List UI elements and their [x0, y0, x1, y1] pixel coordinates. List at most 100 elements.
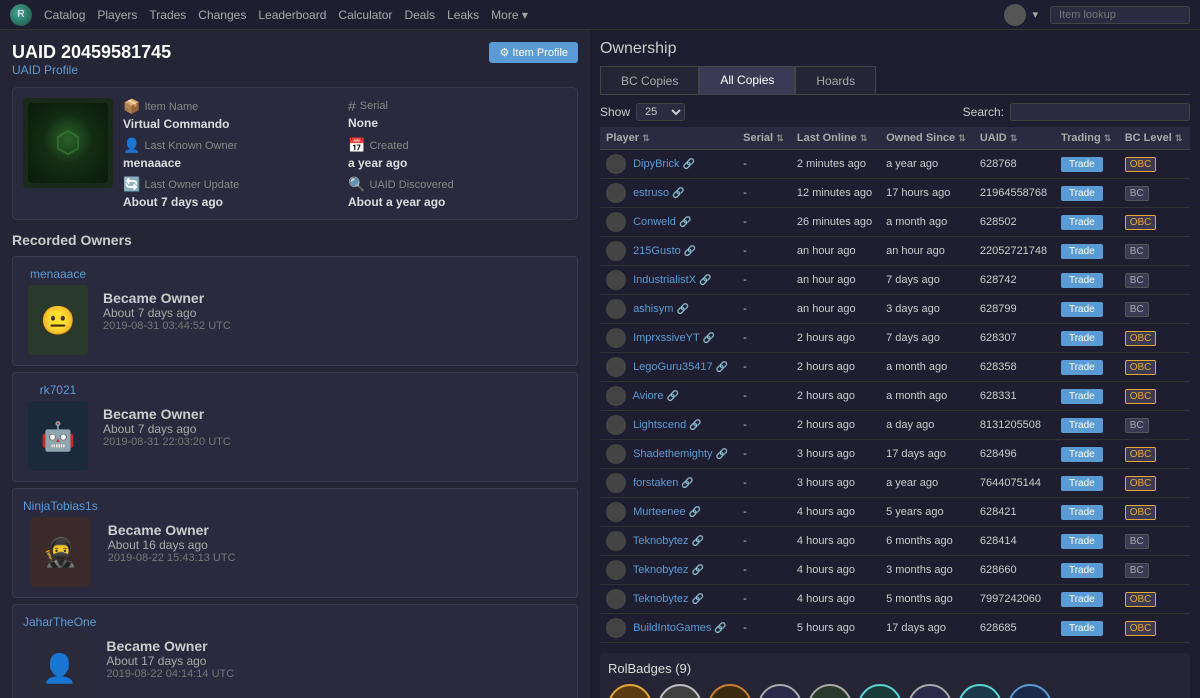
- player-name[interactable]: Lightscend: [633, 419, 686, 431]
- player-link-icon[interactable]: 🔗: [692, 536, 704, 547]
- player-avatar-small: [606, 415, 626, 435]
- trade-button[interactable]: Trade: [1061, 621, 1103, 636]
- trade-button[interactable]: Trade: [1061, 186, 1103, 201]
- serial-label: # Serial: [348, 98, 567, 114]
- table-header-cell[interactable]: Player ⇅: [600, 127, 737, 150]
- nav-more[interactable]: More ▾: [491, 8, 528, 22]
- trade-button[interactable]: Trade: [1061, 215, 1103, 230]
- owner-name[interactable]: rk7021: [40, 383, 77, 397]
- player-link-icon[interactable]: 🔗: [692, 565, 704, 576]
- item-lookup-input[interactable]: [1050, 6, 1190, 24]
- player-name[interactable]: Aviore: [632, 390, 663, 402]
- tab-all-copies[interactable]: All Copies: [699, 66, 795, 94]
- show-select[interactable]: 25 50 100: [636, 103, 685, 121]
- player-link-icon[interactable]: 🔗: [699, 275, 711, 286]
- player-link-icon[interactable]: 🔗: [676, 304, 688, 315]
- last-owner-update-block: 🔄 Last Owner Update About 7 days ago: [123, 176, 342, 209]
- player-name[interactable]: LegoGuru35417: [633, 361, 713, 373]
- player-link-icon[interactable]: 🔗: [679, 217, 691, 228]
- bc-level-cell: BC: [1119, 527, 1190, 556]
- table-header-cell[interactable]: BC Level ⇅: [1119, 127, 1190, 150]
- trade-button[interactable]: Trade: [1061, 389, 1103, 404]
- nav-calculator[interactable]: Calculator: [338, 8, 392, 22]
- trade-button[interactable]: Trade: [1061, 505, 1103, 520]
- player-name[interactable]: BuildIntoGames: [633, 622, 711, 634]
- tab-hoards[interactable]: Hoards: [795, 66, 876, 94]
- trade-button[interactable]: Trade: [1061, 534, 1103, 549]
- player-name[interactable]: Shadethemighty: [633, 448, 713, 460]
- player-name[interactable]: forstaken: [633, 477, 678, 489]
- trade-button[interactable]: Trade: [1061, 360, 1103, 375]
- item-profile-button[interactable]: ⚙ Item Profile: [489, 42, 578, 63]
- bc-level-cell: OBC: [1119, 382, 1190, 411]
- player-link-icon[interactable]: 🔗: [672, 188, 684, 199]
- player-avatar-small: [606, 183, 626, 203]
- table-header-cell[interactable]: Owned Since ⇅: [880, 127, 974, 150]
- rollbadge: 🛡: [758, 684, 802, 698]
- last-online-cell: an hour ago: [791, 237, 880, 266]
- player-link-icon[interactable]: 🔗: [689, 507, 701, 518]
- player-name[interactable]: 215Gusto: [633, 245, 681, 257]
- player-link-icon[interactable]: 🔗: [684, 246, 696, 257]
- player-name[interactable]: Teknobytez: [633, 535, 689, 547]
- player-link-icon[interactable]: 🔗: [716, 449, 728, 460]
- trade-button[interactable]: Trade: [1061, 592, 1103, 607]
- site-logo[interactable]: R: [10, 4, 32, 26]
- player-name[interactable]: DipyBrick: [633, 158, 679, 170]
- nav-deals[interactable]: Deals: [404, 8, 435, 22]
- table-header-cell[interactable]: Serial ⇅: [737, 127, 791, 150]
- player-link-icon[interactable]: 🔗: [703, 333, 715, 344]
- tab-bc-copies[interactable]: BC Copies: [600, 66, 699, 94]
- trade-button[interactable]: Trade: [1061, 447, 1103, 462]
- player-name[interactable]: Murteenee: [633, 506, 686, 518]
- player-link-icon[interactable]: 🔗: [714, 623, 726, 634]
- player-avatar-small: [606, 241, 626, 261]
- user-dropdown[interactable]: ▾: [1032, 8, 1038, 21]
- trade-button[interactable]: Trade: [1061, 418, 1103, 433]
- trade-button[interactable]: Trade: [1061, 273, 1103, 288]
- player-name[interactable]: estruso: [633, 187, 669, 199]
- trading-cell: Trade: [1055, 469, 1119, 498]
- player-link-icon[interactable]: 🔗: [681, 478, 693, 489]
- player-name[interactable]: Teknobytez: [633, 564, 689, 576]
- ownership-search-input[interactable]: [1010, 103, 1190, 121]
- trade-button[interactable]: Trade: [1061, 244, 1103, 259]
- trade-button[interactable]: Trade: [1061, 157, 1103, 172]
- trade-button[interactable]: Trade: [1061, 302, 1103, 317]
- player-name[interactable]: Teknobytez: [633, 593, 689, 605]
- last-online-cell: 5 hours ago: [791, 614, 880, 643]
- discovered-icon: 🔍: [348, 176, 365, 193]
- bc-level-cell: BC: [1119, 266, 1190, 295]
- player-name[interactable]: ImprxssiveYT: [633, 332, 699, 344]
- player-link-icon[interactable]: 🔗: [716, 362, 728, 373]
- table-row: Teknobytez 🔗 - 4 hours ago 5 months ago …: [600, 585, 1190, 614]
- uaid-profile-link[interactable]: UAID Profile: [12, 63, 171, 77]
- player-link-icon[interactable]: 🔗: [667, 391, 679, 402]
- owner-name[interactable]: JaharTheOne: [23, 615, 96, 629]
- owner-name[interactable]: NinjaTobias1s: [23, 499, 98, 513]
- table-header-cell[interactable]: Trading ⇅: [1055, 127, 1119, 150]
- player-link-icon[interactable]: 🔗: [692, 594, 704, 605]
- nav-catalog[interactable]: Catalog: [44, 8, 85, 22]
- player-name[interactable]: Conweld: [633, 216, 676, 228]
- trade-button[interactable]: Trade: [1061, 331, 1103, 346]
- nav-players[interactable]: Players: [97, 8, 137, 22]
- player-name[interactable]: ashisym: [633, 303, 673, 315]
- bc-level-badge: OBC: [1125, 157, 1157, 172]
- player-link-icon[interactable]: 🔗: [683, 159, 695, 170]
- owner-name[interactable]: menaaace: [30, 267, 86, 281]
- player-name[interactable]: IndustrialistX: [633, 274, 696, 286]
- table-header-cell[interactable]: Last Online ⇅: [791, 127, 880, 150]
- nav-changes[interactable]: Changes: [198, 8, 246, 22]
- player-avatar-small: [606, 444, 626, 464]
- trade-button[interactable]: Trade: [1061, 563, 1103, 578]
- player-link-icon[interactable]: 🔗: [689, 420, 701, 431]
- user-menu[interactable]: ▾: [1004, 4, 1038, 26]
- nav-leaks[interactable]: Leaks: [447, 8, 479, 22]
- trade-button[interactable]: Trade: [1061, 476, 1103, 491]
- table-header-cell[interactable]: UAID ⇅: [974, 127, 1055, 150]
- nav-leaderboard[interactable]: Leaderboard: [258, 8, 326, 22]
- player-avatar-small: [606, 589, 626, 609]
- update-icon: 🔄: [123, 176, 140, 193]
- nav-trades[interactable]: Trades: [149, 8, 186, 22]
